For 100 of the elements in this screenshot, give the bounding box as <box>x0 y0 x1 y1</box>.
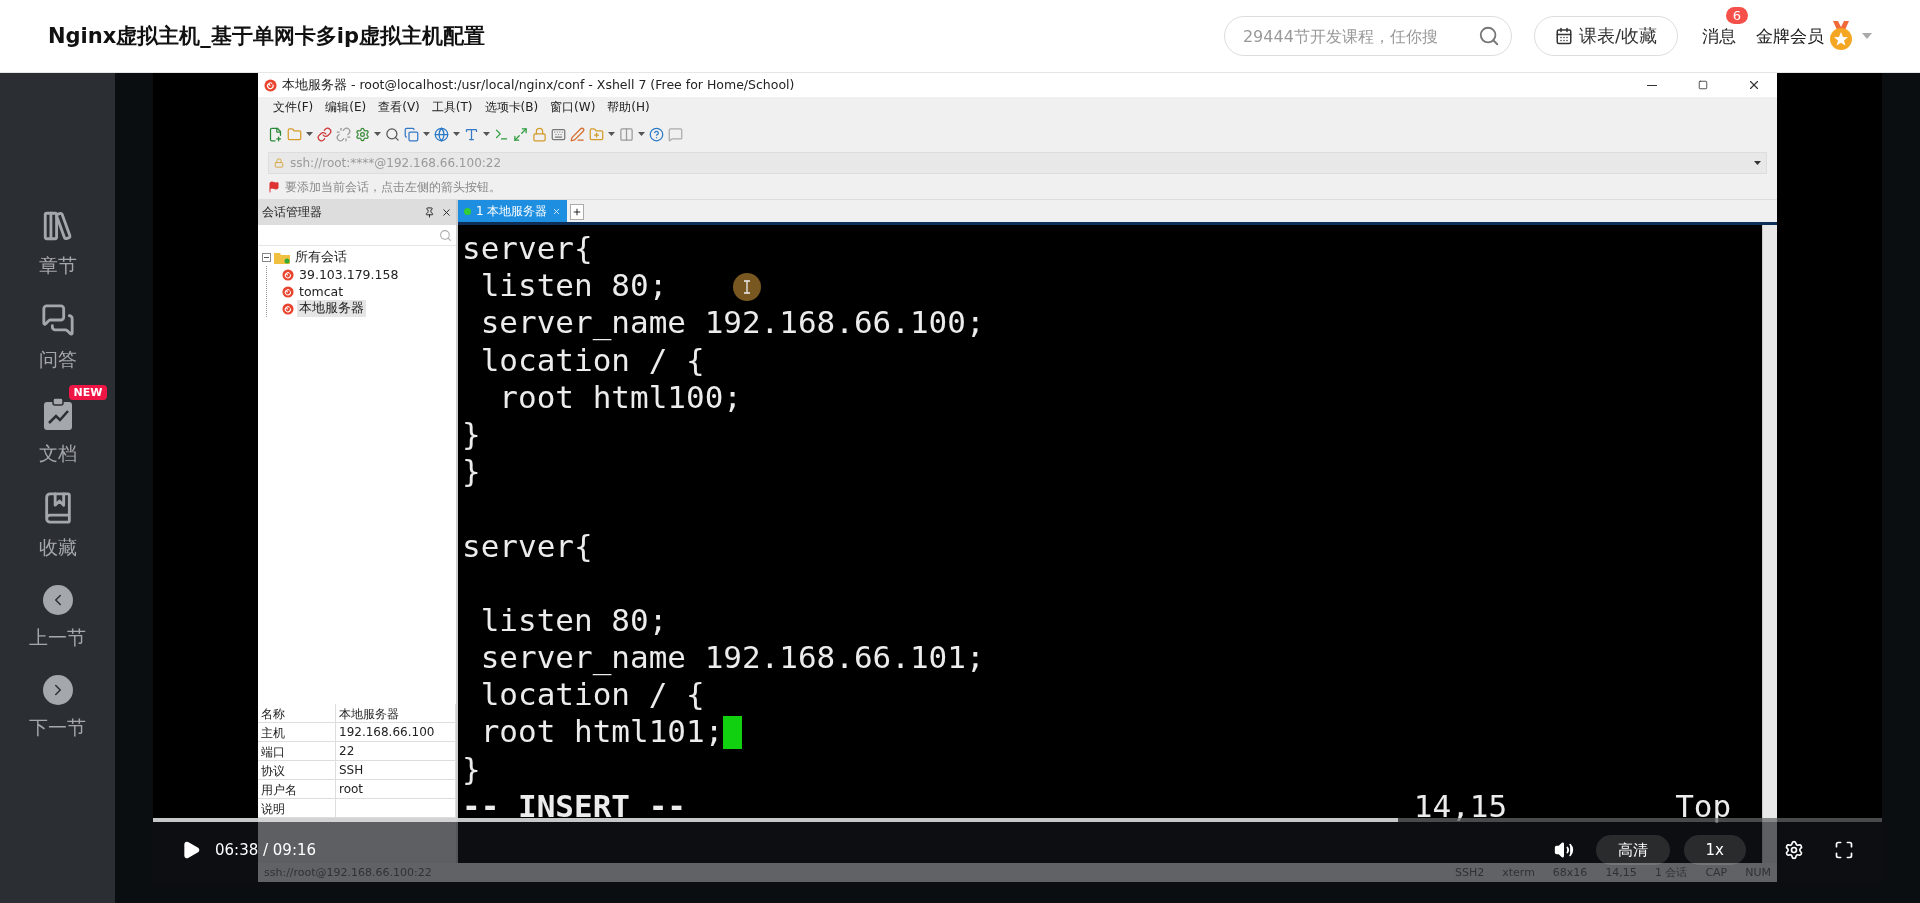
terminal-icon[interactable] <box>494 126 509 142</box>
schedule-button[interactable]: 课表/收藏 <box>1533 16 1678 56</box>
window-title: 本地服务器 - root@localhost:/usr/local/nginx/conf - Xshell 7 (Free for Home/School) <box>282 76 796 94</box>
quality-button[interactable]: 高清 <box>1595 835 1670 865</box>
page-title: Nginx虚拟主机_基于单网卡多ip虚拟主机配置 <box>48 23 487 50</box>
property-value: 本地服务器 <box>336 704 456 723</box>
sidebar-item[interactable]: 章节 <box>38 253 77 279</box>
caret-icon[interactable] <box>1754 160 1761 165</box>
property-value: 192.168.66.100 <box>336 723 456 742</box>
sidebar-item[interactable]: 收藏 <box>38 535 77 561</box>
keyboard-icon[interactable] <box>551 126 566 142</box>
new-file-icon[interactable] <box>268 126 283 142</box>
spiral-icon <box>282 268 294 281</box>
unlink-icon[interactable] <box>336 126 351 142</box>
collapse-icon[interactable] <box>262 253 271 262</box>
fullscreen-icon <box>1834 840 1854 860</box>
code-line: root html101; <box>479 713 724 750</box>
clipboard-chart-icon <box>41 397 74 431</box>
messages-link[interactable]: 消息 <box>1702 25 1736 46</box>
play-icon <box>181 840 201 860</box>
menu-item[interactable]: 工具(T) <box>426 99 478 116</box>
caret-icon[interactable] <box>453 132 460 136</box>
close-icon <box>1747 78 1761 92</box>
property-name: 端口 <box>258 742 336 761</box>
settings-icon[interactable] <box>355 126 370 142</box>
code-line: server{ <box>462 230 593 266</box>
code-line: } <box>462 415 481 452</box>
session-search-field[interactable] <box>258 225 456 246</box>
code-line: location / { <box>479 341 705 378</box>
search-icon[interactable] <box>1477 25 1500 47</box>
code-line: } <box>462 750 481 787</box>
code-line: location / { <box>479 676 705 713</box>
caret-icon[interactable] <box>423 132 430 136</box>
code-line: server_name 192.168.66.101; <box>479 639 985 676</box>
speed-button[interactable]: 1x <box>1683 835 1746 865</box>
link-icon[interactable] <box>317 126 332 142</box>
caret-icon[interactable] <box>306 132 313 136</box>
spiral-icon <box>282 302 294 315</box>
property-name: 协议 <box>258 761 336 780</box>
cursor-position: 14,15 <box>1413 794 1509 819</box>
copy-icon[interactable] <box>404 126 419 142</box>
message-count-badge: 6 <box>1725 6 1748 24</box>
minimize-icon <box>1647 84 1657 86</box>
font-icon[interactable] <box>464 126 479 142</box>
menu-item[interactable]: 窗口(W) <box>545 99 601 116</box>
globe-icon[interactable] <box>434 126 449 142</box>
search-field[interactable]: 29444节开发课程，任你搜 <box>1223 16 1512 56</box>
lock-icon[interactable] <box>532 126 547 142</box>
tree-item[interactable]: 本地服务器 <box>297 300 366 317</box>
next-icon <box>42 675 73 705</box>
sidebar-item[interactable]: 下一节 <box>29 715 86 741</box>
previous-icon <box>42 585 73 615</box>
caret-icon[interactable] <box>374 132 381 136</box>
volume-icon <box>1553 840 1574 860</box>
menu-item[interactable]: 文件(F) <box>268 99 319 116</box>
pin-icon[interactable] <box>424 207 435 218</box>
code-line: listen 80; <box>479 267 668 304</box>
menu-item[interactable]: 编辑(E) <box>320 99 372 116</box>
close-icon[interactable] <box>441 207 452 218</box>
sidebar-item[interactable]: 上一节 <box>29 625 86 651</box>
search-icon[interactable] <box>385 126 400 142</box>
code-line: server{ <box>462 527 593 564</box>
play-button[interactable] <box>181 840 201 860</box>
caret-icon[interactable] <box>483 132 490 136</box>
caret-icon[interactable] <box>608 132 615 136</box>
sidebar-item[interactable]: 文档 <box>38 441 77 467</box>
menu-item[interactable]: 查看(V) <box>373 99 425 116</box>
scrollbar[interactable] <box>1762 225 1777 863</box>
tree-item[interactable]: 39.103.179.158 <box>297 267 401 282</box>
caret-icon[interactable] <box>638 132 645 136</box>
pen-icon[interactable] <box>570 126 585 142</box>
menu-item[interactable]: 帮助(H) <box>602 99 655 116</box>
help-icon[interactable] <box>649 126 664 142</box>
plus-icon <box>572 207 583 217</box>
property-name: 用户名 <box>258 780 336 799</box>
settings-icon <box>1784 840 1804 860</box>
flag-icon[interactable] <box>268 181 280 193</box>
property-value: root <box>336 780 456 799</box>
mouse-cursor-icon <box>733 273 761 301</box>
hint-text: 要添加当前会话，点击左侧的箭头按钮。 <box>285 178 501 196</box>
editor-mode: -- INSERT -- <box>462 794 686 819</box>
code-line: root html100; <box>498 378 742 415</box>
property-name: 名称 <box>258 704 336 723</box>
membership-link[interactable]: 金牌会员 <box>1756 24 1824 48</box>
add-tab-button[interactable] <box>570 204 585 220</box>
chat-bubbles-icon <box>40 303 75 337</box>
code-line: } <box>462 453 481 490</box>
tree-item[interactable]: tomcat <box>297 284 346 299</box>
lock-icon <box>274 157 284 168</box>
spiral-icon <box>264 78 277 92</box>
tree-item[interactable]: 所有会话 <box>293 249 349 266</box>
new-badge: NEW <box>68 385 108 400</box>
menu-item[interactable]: 选项卡(B) <box>479 99 544 116</box>
status-dot <box>464 207 471 215</box>
maximize-icon <box>1698 80 1708 90</box>
code-line: listen 80; <box>479 601 668 638</box>
expand-icon[interactable] <box>513 126 528 142</box>
code-line: server_name 192.168.66.100; <box>479 304 985 341</box>
sidebar-item[interactable]: 问答 <box>38 347 77 373</box>
spiral-icon <box>282 285 294 298</box>
